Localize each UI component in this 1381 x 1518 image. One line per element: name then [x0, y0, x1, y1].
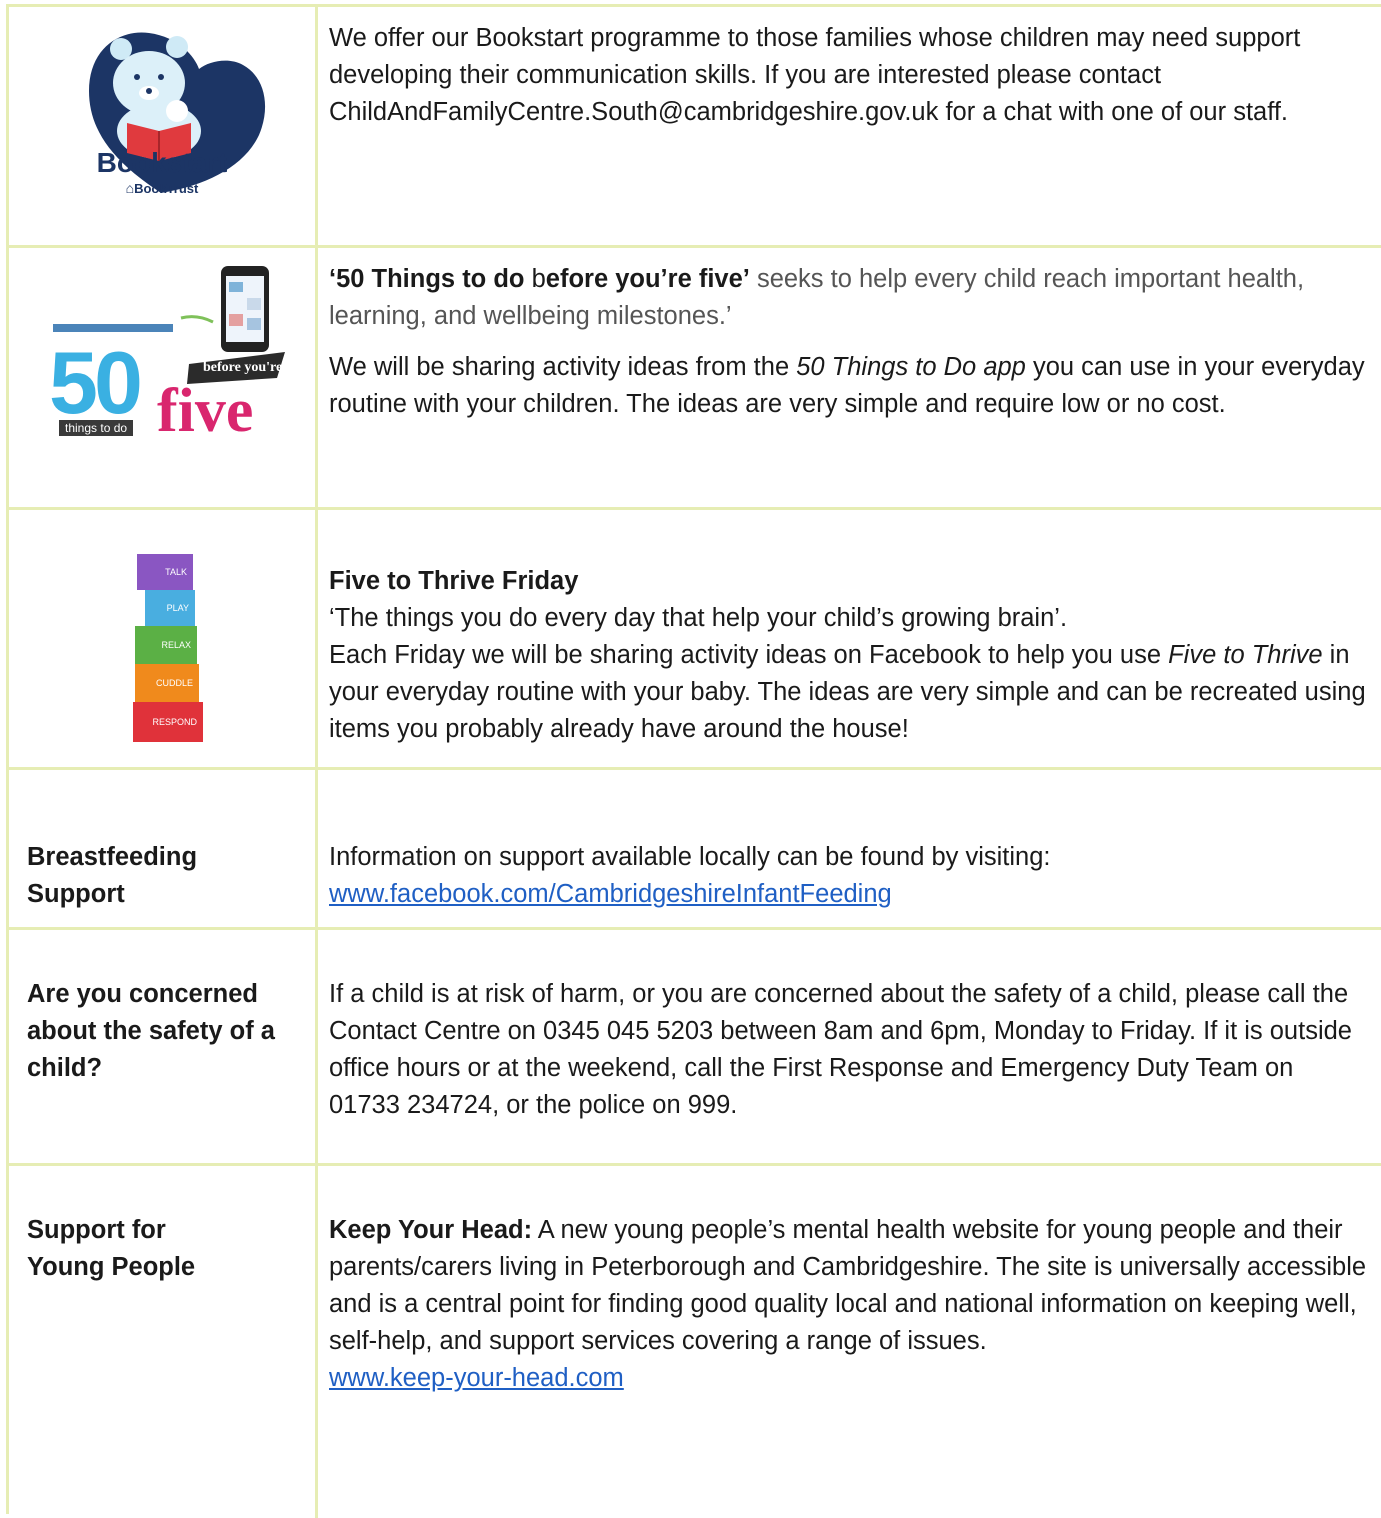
breastfeeding-text: Information on support available locally… [329, 843, 1051, 908]
info-table: Bookstart ⌂BookTrust We offer our Bookst… [6, 4, 1381, 1518]
logo-fifty: 50 [49, 333, 143, 432]
fifty-things-logo: 50 things to do before you're five [9, 248, 315, 510]
five-to-thrive-title: Five to Thrive Friday [329, 567, 579, 595]
row-child-safety: Are you concerned about the safety of a … [9, 927, 1381, 1166]
facebook-infant-feeding-link[interactable]: www.facebook.com/CambridgeshireInfantFee… [329, 880, 892, 908]
logo-five: five [157, 377, 254, 445]
bookstart-logo-title: Bookstart [96, 147, 228, 178]
young-people-text: Keep Your Head: A new young people’s men… [329, 1216, 1367, 1392]
bookstart-logo: Bookstart ⌂BookTrust [9, 7, 315, 248]
cube-cuddle: CUDDLE [135, 664, 199, 702]
cube-relax: RELAX [135, 626, 197, 664]
row-bookstart: Bookstart ⌂BookTrust We offer our Bookst… [9, 4, 1381, 248]
breastfeeding-label: Breastfeeding Support [27, 843, 198, 908]
child-safety-text: If a child is at risk of harm, or you ar… [329, 980, 1352, 1119]
cube-play: PLAY [145, 590, 195, 626]
bookstart-text: We offer our Bookstart programme to thos… [329, 24, 1301, 126]
cube-talk: TALK [137, 554, 193, 590]
row-five-to-thrive: TALK PLAY RELAX CUDDLE RESPOND Five to T… [9, 507, 1381, 770]
young-people-label: Support for Young People [27, 1216, 196, 1281]
row-young-people: Support for Young People Keep Your Head:… [9, 1163, 1381, 1518]
row-50-things: 50 things to do before you're five ‘50 T… [9, 245, 1381, 510]
five-to-thrive-text: Five to Thrive Friday ‘The things you do… [329, 563, 1370, 748]
row-breastfeeding: Breastfeeding Support Information on sup… [9, 767, 1381, 930]
logo-before-youre: before you're [203, 360, 283, 375]
cube-respond: RESPOND [133, 702, 203, 742]
child-safety-label: Are you concerned about the safety of a … [27, 980, 275, 1082]
fifty-things-text: ‘50 Things to do before you’re five’ see… [329, 265, 1365, 418]
logo-things-to-do: things to do [59, 420, 134, 436]
bookstart-bear-icon [89, 32, 266, 193]
booktrust-logo-sub: ⌂BookTrust [125, 180, 199, 196]
keep-your-head-link[interactable]: www.keep-your-head.com [329, 1364, 624, 1392]
booktrust-house-icon: ⌂ [125, 180, 135, 196]
five-to-thrive-cubes: TALK PLAY RELAX CUDDLE RESPOND [9, 510, 315, 770]
